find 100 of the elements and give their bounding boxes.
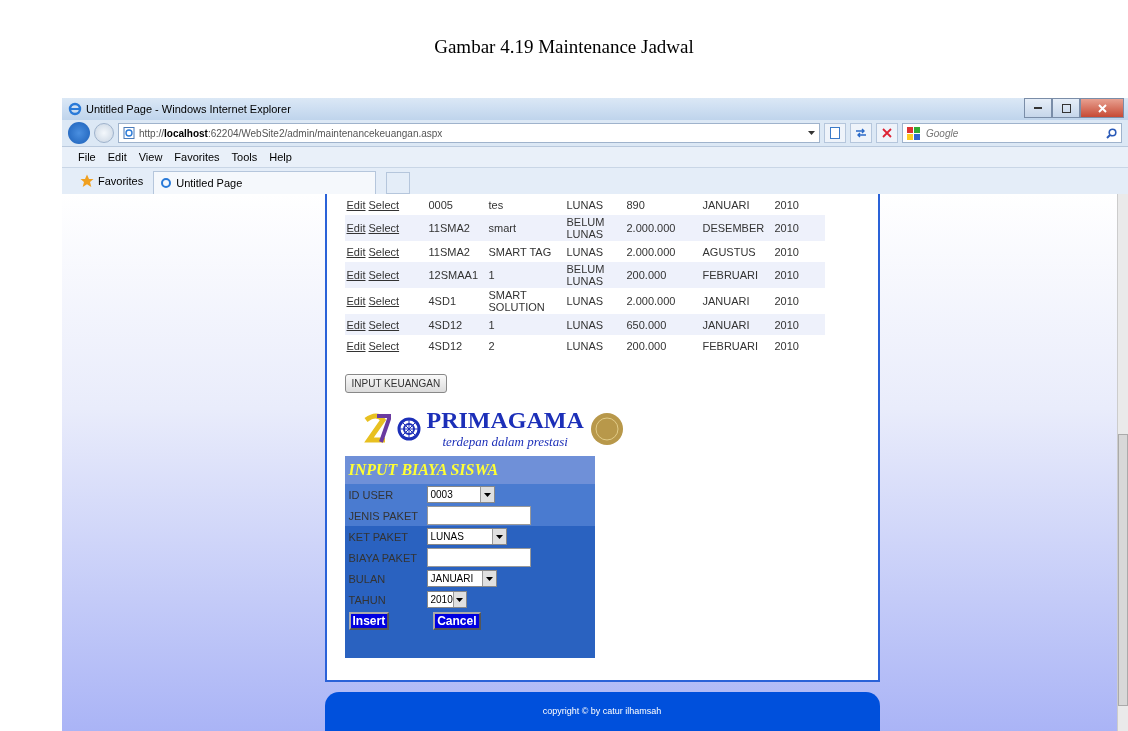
table-cell-text: 200.000 xyxy=(625,339,668,352)
seal-icon xyxy=(589,411,624,446)
edit-link[interactable]: Edit xyxy=(346,198,366,211)
select-link[interactable]: Select xyxy=(368,295,400,307)
input-keuangan-button[interactable]: INPUT KEUANGAN xyxy=(344,374,448,393)
star-icon xyxy=(80,174,94,188)
table-cell-text: 1 xyxy=(487,269,496,281)
table-cell-text: LUNAS xyxy=(565,198,605,211)
table-cell-text: smart xyxy=(487,222,517,234)
search-box[interactable]: Google xyxy=(902,123,1122,143)
field-label: JENIS PAKET xyxy=(348,509,419,522)
table-cell-text: 2.000.000 xyxy=(625,245,677,258)
window-title: Untitled Page - Windows Internet Explorer xyxy=(86,103,292,115)
compatibility-button[interactable] xyxy=(824,123,846,143)
edit-link[interactable]: Edit xyxy=(346,339,366,352)
table-cell-text: SMART SOLUTION xyxy=(487,289,546,313)
table-cell-text: 1 xyxy=(487,318,496,331)
table-cell-text: tes xyxy=(487,198,505,211)
select-link[interactable]: Select xyxy=(368,318,400,331)
edit-link[interactable]: Edit xyxy=(346,222,366,234)
dropdown-icon xyxy=(495,534,503,539)
form-button[interactable]: Cancel xyxy=(433,612,481,630)
dropdown-field[interactable]: 0003 xyxy=(426,486,495,503)
table-cell-text: 2010 xyxy=(773,295,800,307)
form-button[interactable]: Insert xyxy=(348,612,390,630)
menu-item[interactable]: Edit xyxy=(107,151,127,163)
menu-item[interactable]: File xyxy=(78,151,96,163)
table-cell-text: BELUM LUNAS xyxy=(565,263,606,287)
table-cell-text: FEBRUARI xyxy=(701,339,760,352)
menu-item[interactable]: Tools xyxy=(231,151,258,163)
table-cell-text: JANUARI xyxy=(701,295,751,307)
table-cell-text: 2.000.000 xyxy=(625,222,677,234)
table-cell-text: 2 xyxy=(487,339,496,352)
dropdown-field[interactable]: JANUARI xyxy=(426,570,497,587)
table-cell-text: SMART TAG xyxy=(487,245,553,258)
table-cell-text: DESEMBER xyxy=(701,222,766,234)
input-field[interactable] xyxy=(426,506,531,525)
copyright-text: copyright © by catur ilhamsah xyxy=(542,705,662,718)
select-link[interactable]: Select xyxy=(368,245,400,258)
dropdown-field[interactable]: 2010 xyxy=(426,591,467,608)
ship-wheel-icon xyxy=(396,416,421,441)
dropdown-icon xyxy=(485,576,493,581)
table-cell-text: 2010 xyxy=(773,269,800,281)
anniversary-logo-icon xyxy=(362,411,391,446)
input-field[interactable] xyxy=(426,548,531,567)
table-cell-text: 4SD1 xyxy=(427,295,458,307)
table-cell-text: 2010 xyxy=(773,339,800,352)
menu-item[interactable]: Favorites xyxy=(174,151,220,163)
edit-link[interactable]: Edit xyxy=(346,245,366,258)
close-button[interactable] xyxy=(1080,98,1124,118)
menu-item[interactable]: Help xyxy=(269,151,292,163)
select-link[interactable]: Select xyxy=(368,198,400,211)
search-provider-icon xyxy=(907,126,920,140)
minimize-icon xyxy=(1034,106,1042,110)
table-cell-text: 890 xyxy=(625,198,646,211)
table-cell-text: 2010 xyxy=(773,222,800,234)
brand-name: PRIMAGAMA xyxy=(426,407,584,434)
browser-tab[interactable]: Untitled Page xyxy=(153,171,377,194)
figure-caption: Gambar 4.19 Maintenance Jadwal xyxy=(434,36,694,58)
document-icon xyxy=(830,127,840,139)
table-cell-text: JANUARI xyxy=(701,198,751,211)
table-cell-text: 200.000 xyxy=(625,269,668,281)
table-cell-text: BELUM LUNAS xyxy=(565,216,606,240)
table-cell-text: 4SD12 xyxy=(427,339,464,352)
table-cell-text: 2010 xyxy=(773,198,800,211)
favorites-button[interactable]: Favorites xyxy=(80,174,144,188)
close-icon xyxy=(882,128,892,138)
refresh-icon xyxy=(855,128,867,138)
edit-link[interactable]: Edit xyxy=(346,295,366,307)
stop-button[interactable] xyxy=(876,123,898,143)
table-cell-text: LUNAS xyxy=(565,318,605,331)
edit-link[interactable]: Edit xyxy=(346,318,366,331)
table-cell-text: LUNAS xyxy=(565,339,605,352)
select-link[interactable]: Select xyxy=(368,269,400,281)
table-cell-text: LUNAS xyxy=(565,245,605,258)
minimize-button[interactable] xyxy=(1024,98,1052,118)
refresh-button[interactable] xyxy=(850,123,872,143)
page-icon xyxy=(123,127,135,139)
dropdown-icon xyxy=(808,131,815,135)
close-icon xyxy=(1097,103,1107,113)
brand-tagline: terdepan dalam prestasi xyxy=(442,434,568,450)
browser-icon xyxy=(160,177,173,189)
table-cell-text: AGUSTUS xyxy=(701,245,757,258)
back-button[interactable] xyxy=(68,122,90,144)
table-cell-text: 2.000.000 xyxy=(625,295,677,307)
field-label: ID USER xyxy=(348,488,395,501)
select-link[interactable]: Select xyxy=(368,222,400,234)
table-cell-text: JANUARI xyxy=(701,318,751,331)
menu-item[interactable]: View xyxy=(138,151,163,163)
edit-link[interactable]: Edit xyxy=(346,269,366,281)
address-field[interactable]: http://localhost:62204/WebSite2/admin/maintenancekeuangan.aspx xyxy=(118,123,820,143)
select-link[interactable]: Select xyxy=(368,339,400,352)
table-cell-text: 2010 xyxy=(773,318,800,331)
restore-icon xyxy=(1061,103,1071,113)
browser-icon xyxy=(68,102,82,116)
dropdown-field[interactable]: LUNAS xyxy=(426,528,507,545)
table-cell-text: 11SMA2 xyxy=(427,245,471,258)
dropdown-icon xyxy=(456,597,464,602)
search-field[interactable]: Google xyxy=(924,126,1102,140)
maximize-button[interactable] xyxy=(1052,98,1080,118)
